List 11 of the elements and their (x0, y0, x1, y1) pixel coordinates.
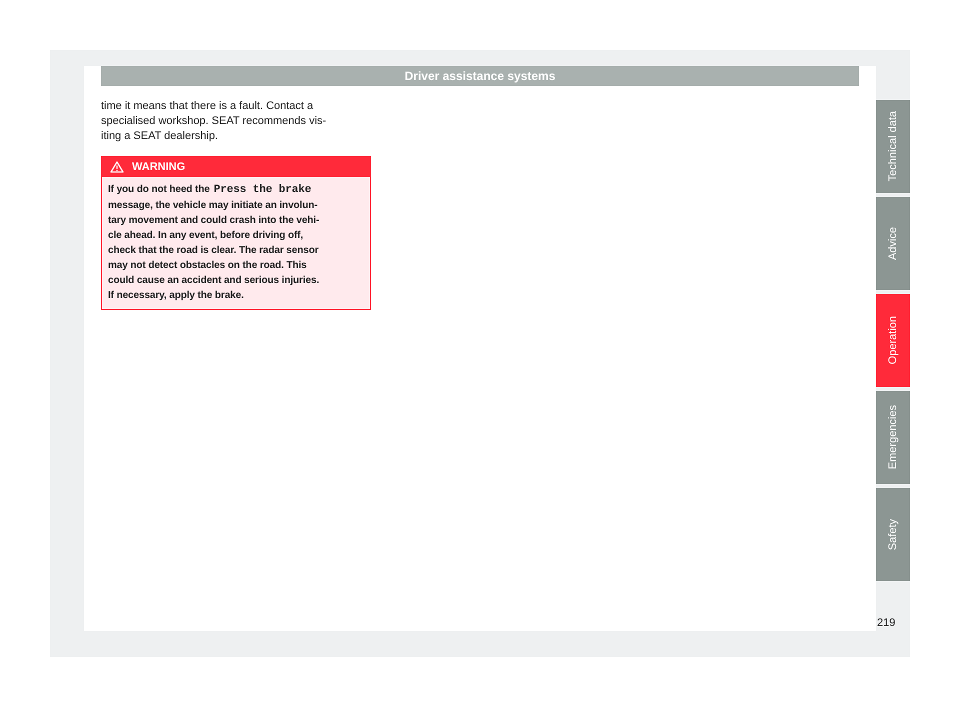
section-tab[interactable]: Technical data (876, 100, 910, 193)
warning-icon (110, 161, 124, 173)
chapter-header: Driver assistance systems (101, 66, 859, 86)
warning-label: WARNING (132, 161, 186, 173)
page-number: 219 (877, 617, 896, 629)
section-tab[interactable]: Emergencies (876, 391, 910, 484)
body-paragraph: time it means that there is a fault. Contact a specialised workshop. SEAT recommends vis- iting a SEAT dealership. (101, 99, 328, 144)
section-tab[interactable]: Advice (876, 197, 910, 290)
section-tab[interactable]: Operation (876, 294, 910, 387)
section-tab[interactable]: Safety (876, 488, 910, 581)
warning-text: If you do not heed the Press the brake message, the vehicle may initiate an involun- tary movement and could crash into the vehi- cle ahead. In any event, before driving off, check that the road is clear. The radar sensor may not detect obstacles on the road. This could cause an accident and serious injuries. If necessary, apply the brake. (107, 183, 320, 303)
